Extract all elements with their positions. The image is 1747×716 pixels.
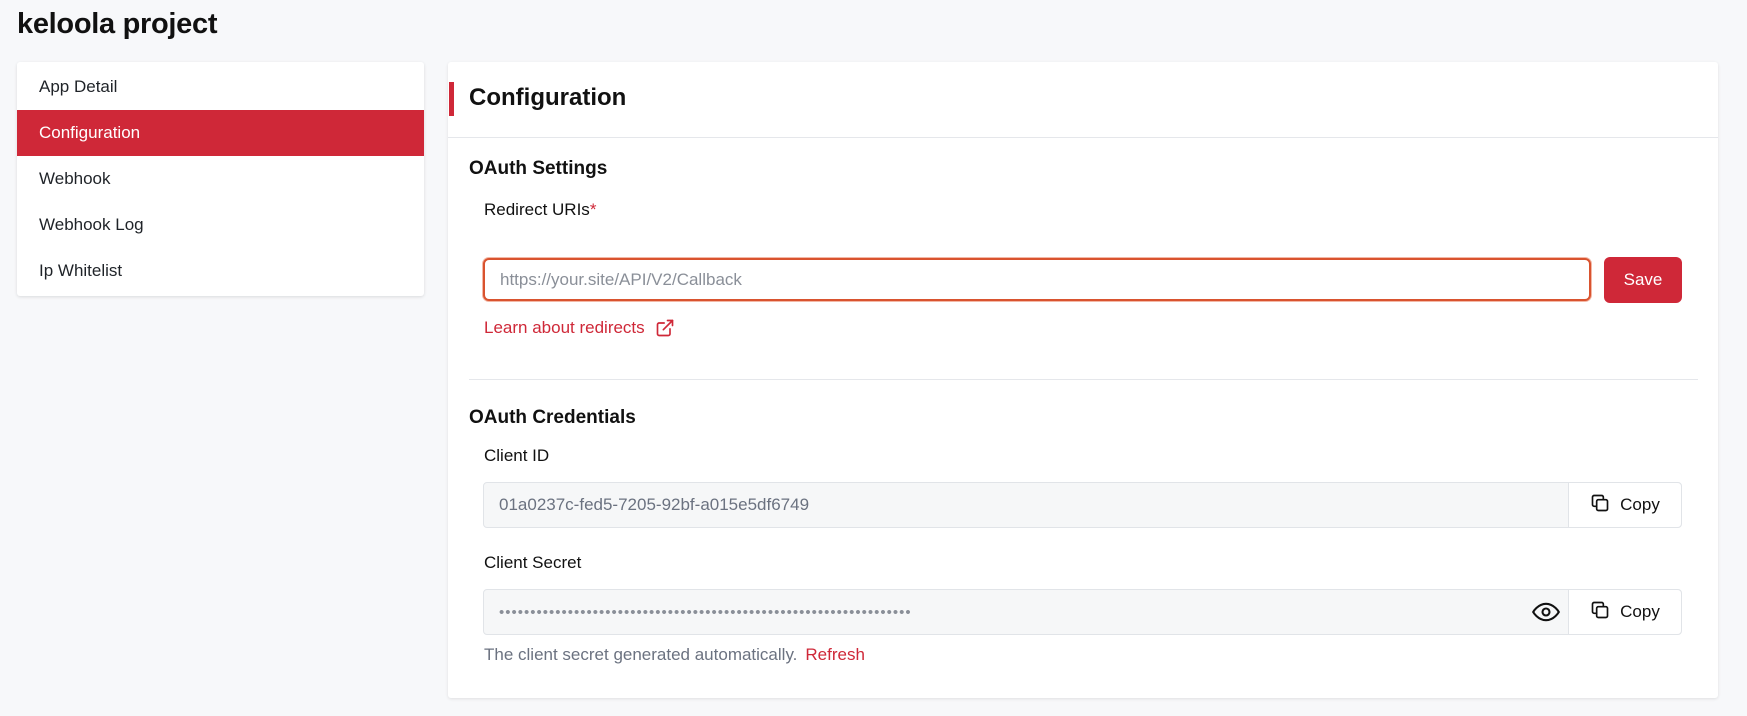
oauth-credentials-title: OAuth Credentials: [469, 407, 636, 428]
header-accent-bar: [449, 82, 454, 116]
redirect-uri-input[interactable]: [483, 258, 1591, 301]
sidebar-item-configuration[interactable]: Configuration: [17, 110, 424, 156]
sidebar-item-webhook[interactable]: Webhook: [17, 156, 424, 202]
configuration-card: Configuration OAuth Settings Redirect UR…: [448, 62, 1718, 698]
copy-label: Copy: [1620, 602, 1660, 621]
client-secret-helper: The client secret generated automaticall…: [484, 645, 865, 665]
external-link-icon: [655, 318, 675, 338]
required-mark: *: [589, 200, 597, 219]
learn-redirects-text: Learn about redirects: [484, 318, 645, 337]
refresh-link[interactable]: Refresh: [805, 645, 865, 664]
card-title: Configuration: [469, 84, 627, 111]
save-button[interactable]: Save: [1604, 257, 1682, 303]
client-id-value: 01a0237c-fed5-7205-92bf-a015e5df6749: [499, 495, 810, 514]
client-secret-masked-value: ••••••••••••••••••••••••••••••••••••••••…: [499, 603, 912, 621]
client-id-field: 01a0237c-fed5-7205-92bf-a015e5df6749 Cop…: [483, 482, 1682, 528]
section-divider: [469, 379, 1698, 380]
redirect-uris-label-text: Redirect URIs: [484, 200, 590, 219]
sidebar-item-ip-whitelist[interactable]: Ip Whitelist: [17, 248, 424, 294]
copy-client-id-button[interactable]: Copy: [1568, 483, 1681, 527]
client-id-label: Client ID: [484, 446, 550, 465]
learn-redirects-link[interactable]: Learn about redirects: [484, 318, 675, 338]
sidebar-item-webhook-log[interactable]: Webhook Log: [17, 202, 424, 248]
client-secret-field: ••••••••••••••••••••••••••••••••••••••••…: [483, 589, 1682, 635]
sidebar: App Detail Configuration Webhook Webhook…: [17, 62, 424, 296]
copy-icon: [1590, 600, 1610, 625]
card-header: Configuration: [448, 62, 1718, 138]
helper-text: The client secret generated automaticall…: [484, 645, 798, 664]
client-secret-label: Client Secret: [484, 553, 582, 572]
redirect-uris-label: Redirect URIs*: [484, 200, 596, 220]
oauth-settings-title: OAuth Settings: [469, 158, 608, 179]
page-title: keloola project: [17, 8, 218, 40]
copy-client-secret-button[interactable]: Copy: [1568, 590, 1681, 634]
sidebar-item-app-detail[interactable]: App Detail: [17, 64, 424, 110]
copy-label: Copy: [1620, 495, 1660, 514]
eye-icon[interactable]: [1524, 590, 1568, 634]
copy-icon: [1590, 493, 1610, 518]
